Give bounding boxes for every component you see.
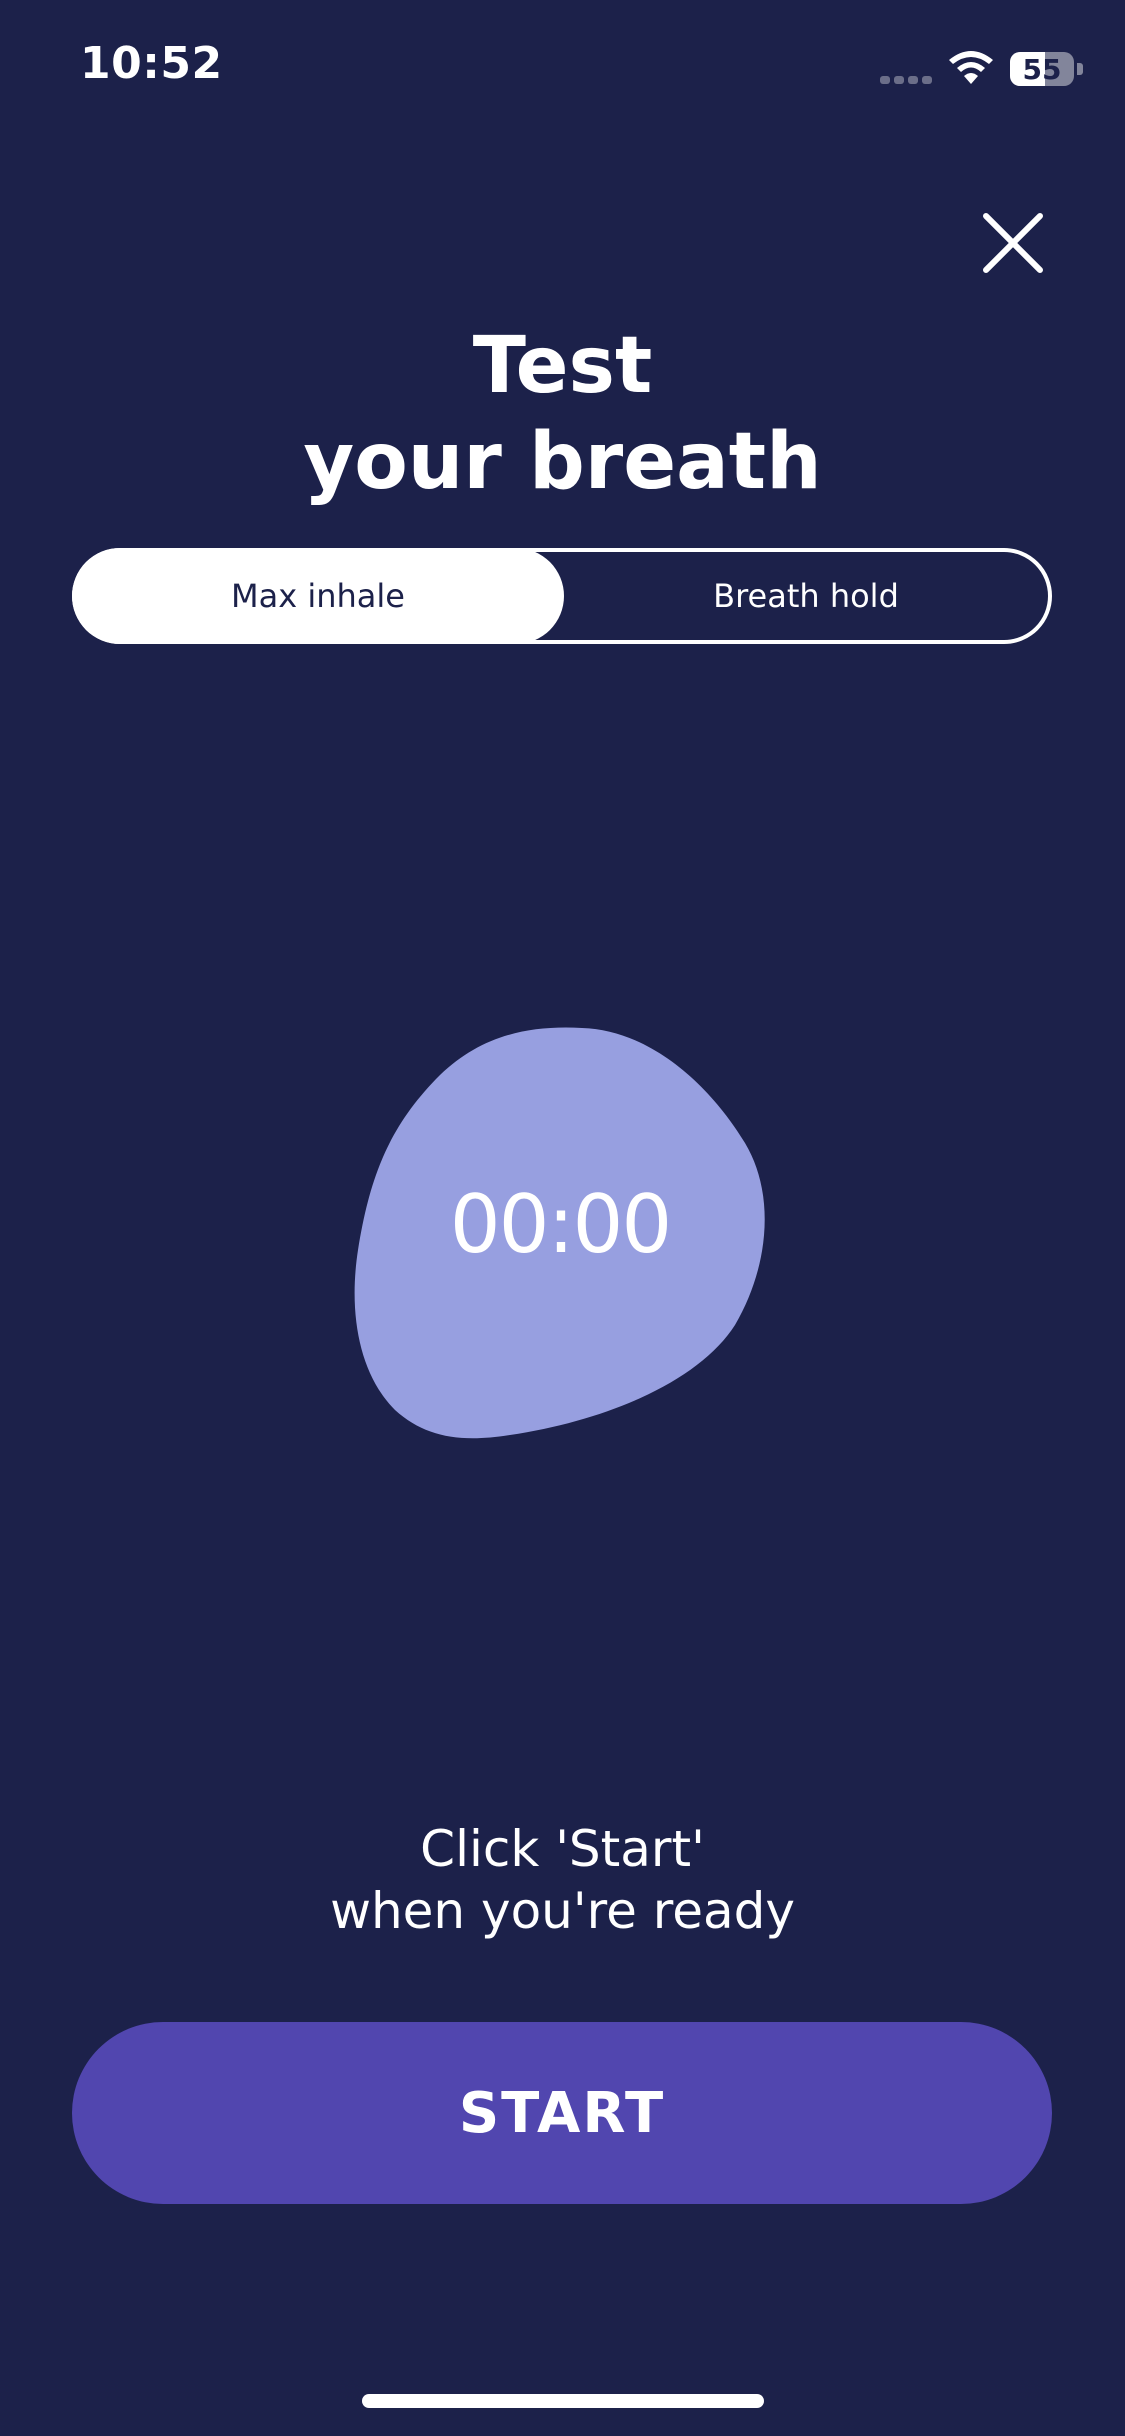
cellular-signal-icon: [880, 76, 934, 84]
battery-icon: 55: [1010, 52, 1074, 86]
page-title-line1: Test: [472, 321, 653, 411]
timer-display: 00:00: [449, 1178, 673, 1271]
start-button[interactable]: START: [72, 2022, 1052, 2204]
battery-level: 55: [1022, 52, 1062, 86]
page-title: Test your breath: [0, 318, 1125, 510]
home-indicator[interactable]: [362, 2394, 764, 2408]
page-title-line2: your breath: [303, 417, 822, 507]
screen: 10:52 55 Test your breath Max inhale Bre…: [0, 0, 1125, 2436]
close-button[interactable]: [970, 200, 1056, 286]
instruction-text: Click 'Start' when you're ready: [0, 1818, 1125, 1942]
wifi-icon: [949, 51, 993, 84]
close-icon: [983, 213, 1043, 273]
mode-segmented-control: Max inhale Breath hold: [72, 548, 1052, 644]
status-time: 10:52: [80, 38, 223, 89]
battery-nub: [1077, 63, 1083, 75]
tab-max-inhale[interactable]: Max inhale: [72, 548, 564, 644]
instruction-line2: when you're ready: [330, 1882, 795, 1940]
tab-breath-hold[interactable]: Breath hold: [560, 548, 1052, 644]
instruction-line1: Click 'Start': [420, 1820, 705, 1878]
